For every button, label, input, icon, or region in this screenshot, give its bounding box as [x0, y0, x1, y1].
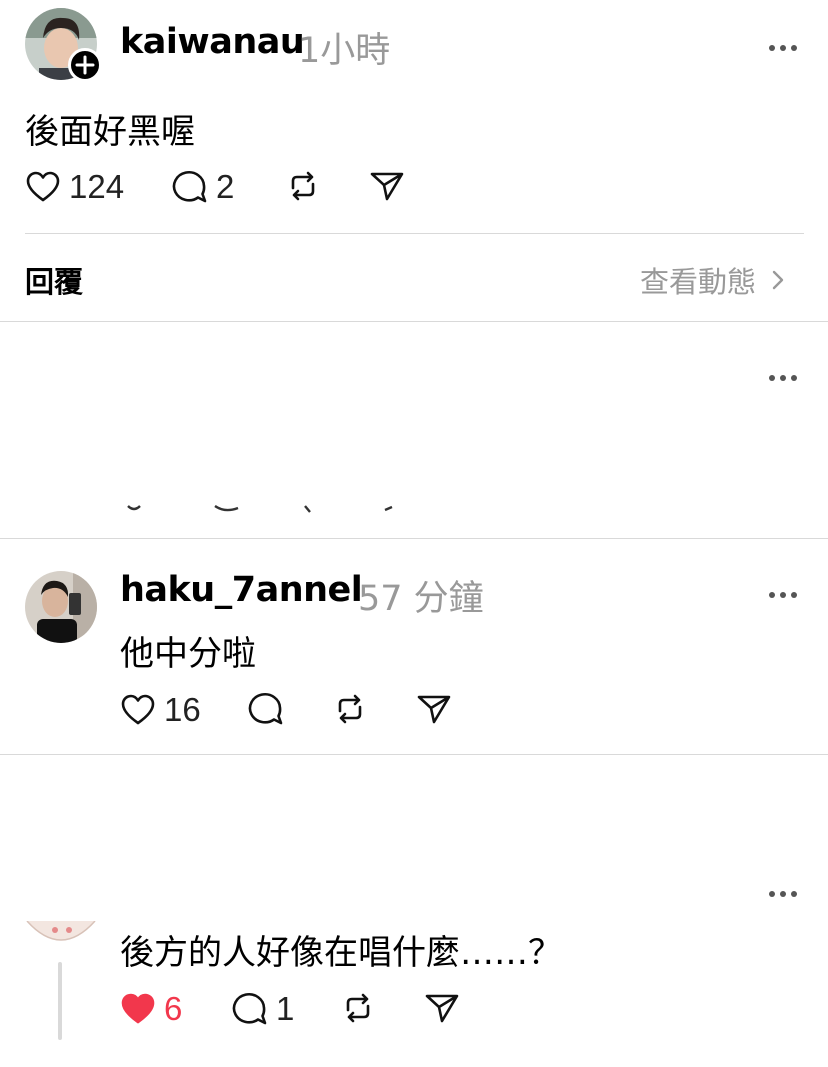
view-activity-label: 查看動態 — [640, 265, 757, 299]
share-button[interactable] — [369, 168, 405, 204]
heart-filled-icon — [121, 993, 155, 1024]
comment-button[interactable]: 1 — [232, 990, 294, 1028]
like-count: 16 — [164, 691, 201, 728]
repost-icon — [291, 171, 315, 201]
more-icon[interactable] — [768, 38, 798, 51]
replies-tab[interactable]: 回覆 — [25, 259, 83, 301]
reply-time: 57 分鐘 — [358, 579, 484, 619]
comment-icon — [232, 993, 267, 1025]
like-button[interactable]: 6 — [120, 990, 182, 1028]
divider — [0, 538, 828, 539]
repost-icon — [346, 993, 370, 1023]
repost-button[interactable] — [332, 691, 368, 727]
share-button[interactable] — [424, 990, 460, 1026]
comment-count: 1 — [276, 990, 295, 1027]
share-icon — [417, 695, 451, 724]
more-icon[interactable] — [768, 884, 798, 897]
more-icon[interactable] — [768, 368, 798, 381]
avatar[interactable] — [25, 571, 97, 643]
post-time: 1小時 — [298, 31, 391, 71]
post-username[interactable]: kaiwanau — [120, 22, 305, 62]
clipped-action-icons — [120, 499, 400, 518]
comment-count: 2 — [216, 168, 235, 205]
divider — [25, 233, 804, 234]
repost-icon — [338, 694, 362, 724]
heart-icon — [121, 694, 155, 725]
like-count: 124 — [69, 168, 125, 205]
more-icon[interactable] — [768, 585, 798, 598]
reply-text: 他中分啦 — [120, 634, 256, 674]
view-activity-link[interactable]: 查看動態 — [640, 259, 790, 301]
share-icon — [370, 172, 404, 201]
like-button[interactable]: 16 — [120, 691, 201, 729]
divider — [0, 321, 828, 322]
share-icon — [425, 994, 459, 1023]
reply-username[interactable]: haku_7annel — [120, 570, 363, 610]
divider — [0, 754, 828, 755]
like-button[interactable]: 124 — [25, 168, 124, 206]
thread-line — [58, 962, 62, 1040]
like-count: 6 — [164, 990, 183, 1027]
comment-button[interactable]: 2 — [172, 168, 234, 206]
comment-button[interactable] — [248, 691, 292, 727]
comment-icon — [248, 693, 283, 725]
heart-icon — [26, 171, 60, 202]
share-button[interactable] — [416, 691, 452, 727]
chevron-right-icon — [772, 270, 784, 290]
clipped-text — [120, 1061, 280, 1067]
comment-icon — [172, 171, 207, 203]
reply-text: 後方的人好像在唱什麼……？ — [120, 933, 562, 973]
follow-plus-icon[interactable] — [68, 48, 102, 82]
avatar[interactable] — [25, 921, 97, 943]
repost-button[interactable] — [340, 990, 376, 1026]
post-text: 後面好黑喔 — [25, 112, 195, 152]
repost-button[interactable] — [285, 168, 321, 204]
clipped-avatar — [30, 1060, 90, 1067]
